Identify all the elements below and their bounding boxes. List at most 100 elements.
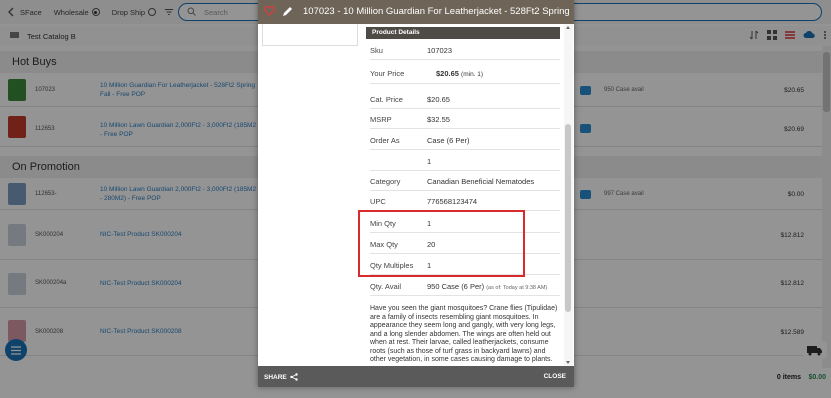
detail-row-msrp: MSRP $32.55 [370, 109, 560, 129]
info-button[interactable] [580, 124, 591, 133]
sku-value: 107023 [427, 46, 453, 55]
cart-total: $0.00 [808, 374, 826, 381]
catalog-icon [10, 31, 19, 41]
more-options-icon[interactable] [823, 30, 827, 42]
product-detail-modal: 107023 - 10 Million Guardian For Leather… [258, 0, 574, 387]
modal-scrollbar[interactable] [564, 24, 573, 366]
detail-row-upc: UPC 776568123474 [370, 191, 560, 211]
favorite-heart-icon[interactable] [264, 6, 275, 18]
qty-avail-amount: 950 Case (6 Per) [427, 282, 485, 291]
row-product-name[interactable]: NIC-Test Product SK000208 [100, 327, 260, 336]
cart-item-count: 0 items [776, 374, 801, 381]
quantity-input[interactable]: 1 [427, 157, 431, 166]
wholesale-label: Wholesale [53, 7, 89, 17]
cat-price-value: $20.65 [427, 95, 450, 104]
search-icon [187, 7, 196, 18]
row-sku: 107023 [35, 87, 56, 93]
row-sku: SK000204 [35, 232, 64, 238]
your-price-value: $20.65 (min. 1) [436, 69, 483, 78]
scroll-up-icon[interactable] [566, 26, 570, 29]
upc-value: 776568123474 [427, 197, 478, 206]
cloud-download-icon[interactable] [803, 30, 815, 42]
wholesale-radio[interactable] [91, 8, 100, 16]
detail-row-quantity: 1 [370, 151, 560, 171]
category-value: Canadian Beneficial Nematodes [427, 177, 535, 186]
highlight-box [358, 210, 525, 277]
filter-icon[interactable] [164, 7, 174, 17]
cat-price-label: Cat. Price [370, 95, 403, 104]
msrp-label: MSRP [370, 115, 392, 124]
row-product-name[interactable]: 10 Million Lawn Guardian 2,000Ft2 - 3,00… [100, 121, 260, 139]
your-price-label: Your Price [370, 69, 405, 78]
sort-icon[interactable] [749, 30, 759, 42]
qty-avail-label: Qty. Avail [370, 282, 401, 291]
row-product-name[interactable]: 10 Million Lawn Guardian 2,000Ft2 - 3,00… [100, 185, 260, 203]
edit-pencil-icon[interactable] [282, 6, 293, 19]
row-price: $20.69 [784, 126, 804, 133]
section-title: Hot Buys [12, 56, 57, 68]
your-price-amount: $20.65 [436, 69, 459, 78]
row-price: $12.589 [780, 329, 805, 336]
detail-row-cat-price: Cat. Price $20.65 [370, 89, 560, 109]
share-label: SHARE [264, 373, 287, 381]
qty-avail-value: 950 Case (6 Per) (as of: Today at 9:38 A… [427, 282, 547, 291]
order-as-label: Order As [370, 136, 400, 145]
modal-body: Product Details Sku 107023 Your Price $2… [258, 24, 574, 366]
menu-fab-button[interactable] [5, 339, 27, 361]
row-price: $0.00 [787, 191, 804, 198]
modal-scrollbar-thumb[interactable] [565, 124, 571, 312]
list-view-icon[interactable] [785, 30, 795, 42]
product-image [8, 273, 26, 295]
row-sku: SK000204a [35, 280, 67, 286]
detail-row-sku: Sku 107023 [370, 40, 560, 60]
row-sku: 112653 [35, 126, 55, 132]
modal-footer: SHARE CLOSE [258, 366, 574, 387]
product-image [8, 116, 26, 138]
menu-icon [11, 345, 21, 355]
row-product-name[interactable]: NIC-Test Product SK000204 [100, 230, 260, 239]
product-image [8, 79, 26, 101]
category-label: Category [370, 177, 401, 186]
share-icon [290, 373, 298, 381]
catalog-name[interactable]: Test Catalog B [27, 32, 76, 41]
info-button[interactable] [580, 86, 591, 95]
share-button[interactable]: SHARE [264, 373, 298, 381]
msrp-value: $32.55 [427, 115, 450, 124]
scroll-down-icon[interactable] [566, 361, 570, 364]
row-product-name[interactable]: NIC-Test Product SK000204 [100, 279, 260, 288]
product-details-header: Product Details [366, 27, 560, 39]
row-availability: 997 Case avail [604, 191, 644, 197]
dropship-label: Drop Ship [111, 7, 146, 17]
row-price: $12.812 [780, 232, 805, 239]
sku-label: Sku [370, 46, 383, 55]
upc-label: UPC [370, 197, 386, 206]
info-button[interactable] [580, 190, 591, 199]
detail-row-qty-avail: Qty. Avail 950 Case (6 Per) (as of: Toda… [370, 276, 560, 296]
back-arrow-icon[interactable] [6, 7, 16, 17]
product-description: Have you seen the giant mosquitoes? Cran… [370, 305, 558, 363]
store-name: SFace [20, 7, 42, 17]
row-price: $12.812 [780, 280, 805, 287]
detail-row-your-price: Your Price $20.65 (min. 1) [370, 62, 560, 84]
row-sku: 112653- [35, 191, 57, 197]
section-title: On Promotion [12, 161, 80, 173]
scrollbar-thumb[interactable] [823, 52, 830, 112]
delivery-truck-icon[interactable] [803, 341, 827, 359]
grid-view-icon[interactable] [767, 30, 777, 42]
order-as-select[interactable]: Case (6 Per) [427, 136, 470, 145]
row-availability: 950 Case avail [604, 87, 644, 93]
detail-row-order-as: Order As Case (6 Per) [370, 130, 560, 150]
image-panel [262, 24, 358, 46]
row-sku: SK000208 [35, 329, 64, 335]
detail-row-category: Category Canadian Beneficial Nematodes [370, 171, 560, 191]
your-price-min: (min. 1) [461, 71, 484, 78]
row-price: $20.65 [784, 87, 804, 94]
close-button[interactable]: CLOSE [544, 373, 566, 380]
row-product-name[interactable]: 10 Million Guardian For Leatherjacket - … [100, 81, 260, 99]
qty-avail-note: (as of: Today at 9:38 AM) [486, 285, 548, 291]
page-scrollbar[interactable] [822, 46, 831, 368]
product-image [8, 224, 26, 246]
search-placeholder: Search [204, 7, 228, 17]
dropship-radio[interactable] [148, 8, 157, 16]
product-image [8, 183, 26, 205]
